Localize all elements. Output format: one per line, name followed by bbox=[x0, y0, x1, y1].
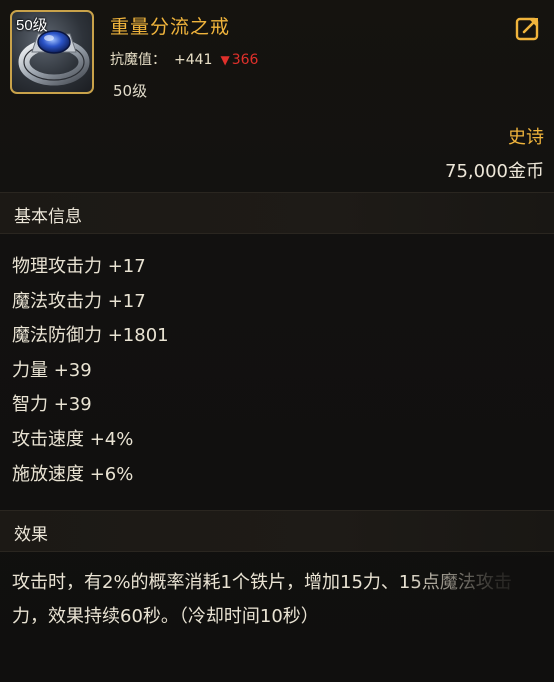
magic-resist-label: 抗魔值： bbox=[110, 52, 166, 68]
stat-row: 魔法攻击力 +17 bbox=[12, 290, 146, 312]
stat-row: 魔法防御力 +1801 bbox=[12, 325, 169, 347]
stat-row: 施放速度 +6% bbox=[12, 463, 134, 485]
share-icon-graphic bbox=[515, 17, 539, 41]
item-tooltip-panel: 50级 重量分流之戒 抗魔值： +441 ▼ 366 50级 史诗 75,000金币 … bbox=[0, 0, 554, 682]
stat-row: 物理攻击力 +17 bbox=[12, 256, 146, 277]
item-header: 50级 重量分流之戒 抗魔值： +441 ▼ 366 50级 史诗 75,000金币 bbox=[0, 0, 554, 190]
stat-row: 力量 +39 bbox=[12, 359, 92, 381]
rarity-label: 史诗 bbox=[508, 127, 544, 148]
effect-header: 效果 bbox=[0, 510, 554, 552]
down-arrow-icon: ▼ bbox=[220, 53, 230, 67]
icon-level-label: 50级 bbox=[16, 17, 48, 34]
magic-resist-line: 抗魔值： +441 ▼ 366 bbox=[110, 49, 258, 69]
base-info-title: 基本信息 bbox=[14, 207, 82, 227]
effect-title: 效果 bbox=[14, 525, 48, 545]
base-stats-list: 物理攻击力 +17 魔法攻击力 +17 魔法防御力 +1801 力量 +39 智… bbox=[12, 250, 542, 492]
ring-icon[interactable]: 50级 bbox=[10, 10, 94, 94]
item-name: 重量分流之戒 bbox=[110, 16, 231, 38]
effect-description: 攻击时，有2%的概率消耗1个铁片，增加15力、15点魔法攻击力，效果持续60秒。… bbox=[12, 572, 512, 627]
stat-row: 攻击速度 +4% bbox=[12, 428, 134, 450]
magic-resist-minus: 366 bbox=[231, 52, 259, 68]
share-icon[interactable] bbox=[514, 14, 542, 42]
base-info-header: 基本信息 bbox=[0, 192, 554, 234]
stat-row: 智力 +39 bbox=[12, 394, 92, 416]
magic-resist-plus: +441 bbox=[174, 52, 213, 68]
required-level: 50级 bbox=[113, 82, 148, 100]
price-label: 75,000金币 bbox=[445, 161, 544, 182]
